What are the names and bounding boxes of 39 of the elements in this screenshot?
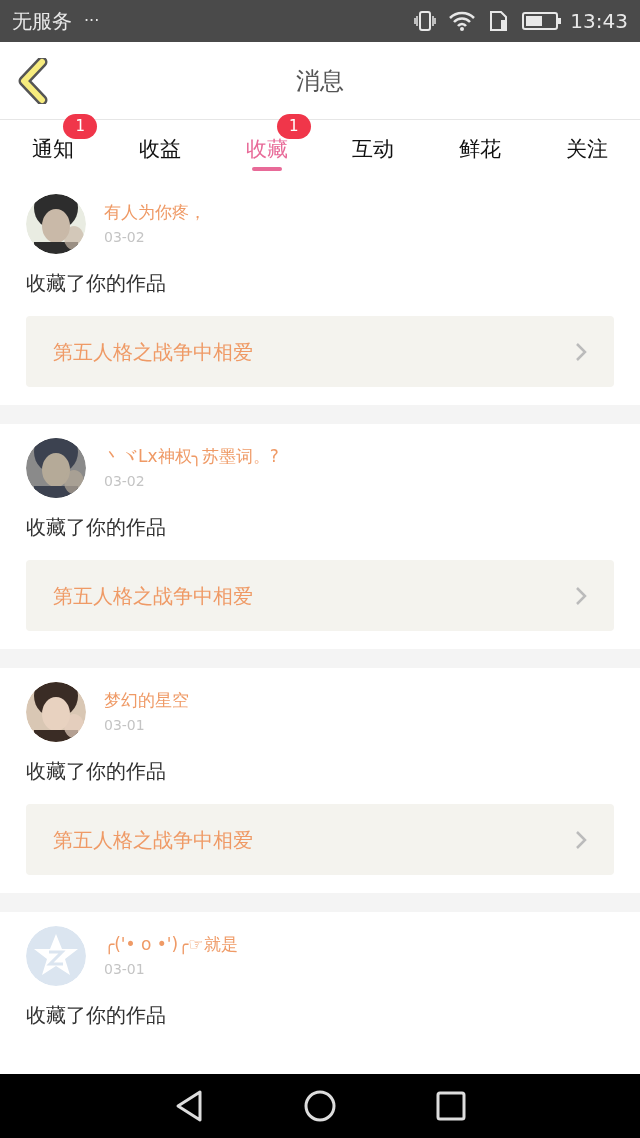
message-text: 收藏了你的作品	[26, 270, 167, 297]
battery-icon	[522, 11, 563, 31]
message-date: 03-02	[104, 228, 146, 248]
message-date: 03-01	[104, 960, 146, 980]
more-text: ···	[84, 10, 100, 32]
work-title: 第五人格之战争中相爱	[53, 338, 254, 366]
work-title: 第五人格之战争中相爱	[53, 826, 254, 854]
tab[interactable]: 鲜花	[459, 120, 501, 180]
recent-apps-icon[interactable]	[436, 1091, 466, 1121]
work-link[interactable]: 第五人格之战争中相爱	[26, 316, 614, 387]
work-link[interactable]: 第五人格之战争中相爱	[26, 560, 614, 631]
message-date: 03-02	[104, 472, 146, 492]
carrier-text: 无服务	[12, 8, 72, 35]
count-badge: 1	[63, 114, 98, 139]
home-circle-icon[interactable]	[304, 1090, 336, 1122]
message-date: 03-01	[104, 716, 146, 736]
user-name[interactable]: 梦幻的星空	[104, 687, 189, 714]
tab[interactable]: 关注	[565, 120, 608, 180]
chevron-icon	[575, 585, 587, 606]
back-icon[interactable]	[16, 58, 50, 104]
message-text: 收藏了你的作品	[26, 758, 167, 785]
clock-time: 13:43	[570, 8, 628, 35]
user-name[interactable]: 丶ヾLx神权╮苏墨词。?	[104, 443, 279, 470]
message-text: 收藏了你的作品	[26, 1002, 167, 1029]
back-triangle-icon[interactable]	[174, 1089, 204, 1123]
user-name[interactable]: 有人为你疼，	[104, 199, 206, 226]
count-badge: 1	[276, 114, 311, 139]
default-avatar-icon	[26, 926, 86, 986]
work-title: 第五人格之战争中相爱	[53, 582, 254, 610]
message-text: 收藏了你的作品	[26, 514, 167, 541]
work-link[interactable]: 第五人格之战争中相爱	[26, 804, 614, 875]
wifi-icon	[448, 10, 477, 32]
tab[interactable]: 互动	[352, 120, 395, 180]
tab[interactable]: 收益	[139, 120, 181, 180]
vibrate-icon	[414, 10, 437, 32]
user-name[interactable]: ╭('• o •')╭☞就是	[104, 931, 238, 958]
chevron-icon	[575, 341, 587, 362]
chevron-icon	[575, 829, 587, 850]
page-title: 消息	[296, 65, 344, 97]
